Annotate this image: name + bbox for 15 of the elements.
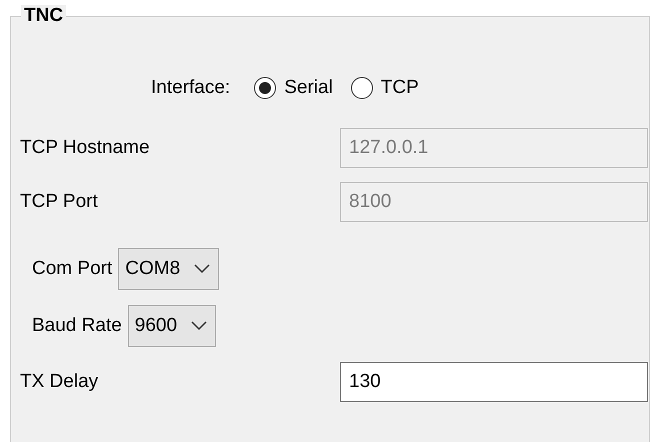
field-label: Baud Rate <box>32 315 122 337</box>
radio-button[interactable] <box>350 77 373 99</box>
field-label: TCP Hostname <box>20 137 151 159</box>
field-label: TCP Port <box>20 191 99 213</box>
text-field[interactable]: 130 <box>340 362 648 402</box>
chevron-down-icon <box>194 264 210 274</box>
radio-label: TCP <box>380 77 419 99</box>
radio-button[interactable] <box>254 77 276 99</box>
interface-label: Interface: <box>151 77 230 99</box>
field-label: Com Port <box>32 258 112 280</box>
field-label: TX Delay <box>20 371 100 393</box>
dropdown[interactable]: COM8 <box>118 248 220 290</box>
dropdown[interactable]: 9600 <box>128 305 216 347</box>
radio-label: Serial <box>284 77 333 99</box>
chevron-down-icon <box>191 321 208 331</box>
